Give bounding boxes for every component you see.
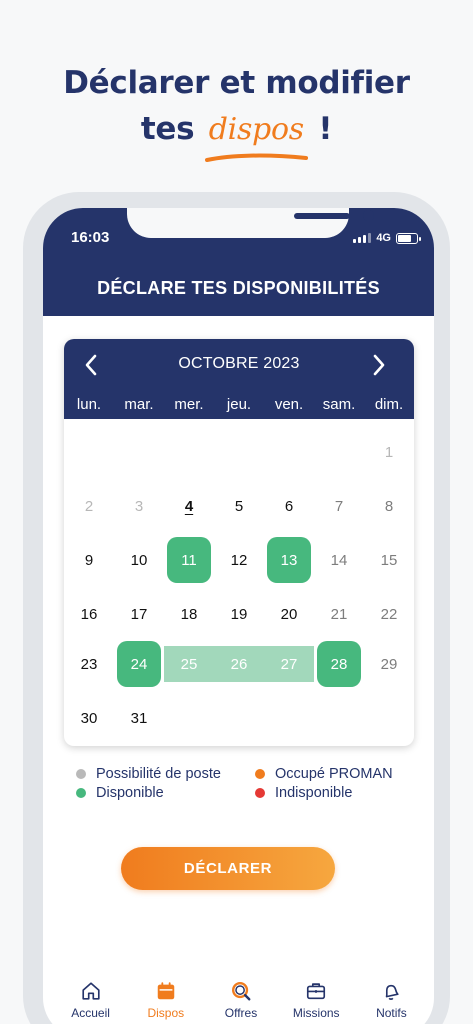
tab-notifs[interactable]: Notifs xyxy=(354,972,429,1024)
status-indicators: 4G xyxy=(353,232,421,244)
page-title: DÉCLARE TES DISPONIBILITÉS xyxy=(97,278,380,298)
day-15[interactable]: 15 xyxy=(367,537,411,583)
promo-script-text: dispos xyxy=(208,112,304,147)
day-4-today[interactable]: 4 xyxy=(167,483,211,529)
promo-line-1: Déclarer et modifier xyxy=(63,65,410,101)
day-29[interactable]: 29 xyxy=(367,641,411,687)
phone-notch xyxy=(127,208,374,238)
tab-offres[interactable]: Offres xyxy=(203,972,278,1024)
day-28-disponible[interactable]: 28 xyxy=(317,641,361,687)
battery-icon xyxy=(396,232,421,244)
declare-button[interactable]: DÉCLARER xyxy=(121,847,335,890)
home-icon xyxy=(81,982,100,1000)
legend-label: Occupé PROMAN xyxy=(275,766,393,782)
day-6[interactable]: 6 xyxy=(267,483,311,529)
calendar-month: OCTOBRE 2023 xyxy=(178,355,300,372)
calendar-legend: Possibilité de poste Occupé PROMAN Dispo… xyxy=(76,766,416,808)
network-type: 4G xyxy=(376,232,391,244)
signal-icon xyxy=(353,233,372,243)
legend-dot-red xyxy=(255,788,265,798)
speaker-grille xyxy=(294,213,350,219)
weekday-wed: mer. xyxy=(174,396,204,413)
tab-accueil[interactable]: Accueil xyxy=(53,972,128,1024)
weekday-sat: sam. xyxy=(322,396,356,413)
weekday-tue: mar. xyxy=(124,396,154,413)
day-20[interactable]: 20 xyxy=(267,591,311,637)
day-5[interactable]: 5 xyxy=(217,483,261,529)
calendar-header: OCTOBRE 2023 lun. mar. mer. jeu. ven. sa… xyxy=(64,339,414,419)
day-16[interactable]: 16 xyxy=(67,591,111,637)
tab-label: Offres xyxy=(224,1006,258,1020)
legend-item-disponible: Disponible xyxy=(76,785,164,801)
day-10[interactable]: 10 xyxy=(117,537,161,583)
weekday-labels: lun. mar. mer. jeu. ven. sam. dim. xyxy=(64,396,414,413)
brush-underline-icon xyxy=(204,153,308,162)
legend-label: Indisponible xyxy=(275,785,353,801)
legend-item-indisponible: Indisponible xyxy=(255,785,352,801)
status-time: 16:03 xyxy=(71,229,110,246)
weekday-thu: jeu. xyxy=(226,396,252,413)
bell-icon xyxy=(386,984,400,1000)
legend-label: Disponible xyxy=(96,785,164,801)
day-14[interactable]: 14 xyxy=(317,537,361,583)
promo-line-2-start: tes xyxy=(140,111,195,147)
day-7[interactable]: 7 xyxy=(317,483,361,529)
tab-label: Dispos xyxy=(147,1006,185,1020)
legend-item-possibilite: Possibilité de poste xyxy=(76,766,221,782)
day-22[interactable]: 22 xyxy=(367,591,411,637)
tab-label: Notifs xyxy=(376,1006,407,1020)
tab-label: Missions xyxy=(292,1006,340,1020)
phone-screen: 16:03 4G DÉCLARE TES DISPONIBILITÉS OCTO… xyxy=(43,208,434,1024)
day-12[interactable]: 12 xyxy=(217,537,261,583)
day-23[interactable]: 23 xyxy=(67,641,111,687)
day-27-range[interactable]: 27 xyxy=(264,646,314,682)
weekday-mon: lun. xyxy=(76,396,102,413)
legend-dot-green xyxy=(76,788,86,798)
day-19[interactable]: 19 xyxy=(217,591,261,637)
day-13-disponible[interactable]: 13 xyxy=(267,537,311,583)
day-30[interactable]: 30 xyxy=(67,695,111,741)
briefcase-icon xyxy=(307,983,326,1000)
legend-dot-orange xyxy=(255,769,265,779)
day-8[interactable]: 8 xyxy=(367,483,411,529)
search-icon xyxy=(232,982,251,1001)
promo-line-2: tes dispos ! xyxy=(0,106,473,162)
tab-dispos[interactable]: Dispos xyxy=(128,972,203,1024)
day-31[interactable]: 31 xyxy=(117,695,161,741)
legend-item-occupe: Occupé PROMAN xyxy=(255,766,393,782)
day-9[interactable]: 9 xyxy=(67,537,111,583)
tab-missions[interactable]: Missions xyxy=(279,972,354,1024)
day-17[interactable]: 17 xyxy=(117,591,161,637)
day-2[interactable]: 2 xyxy=(67,483,111,529)
bottom-tab-bar: Accueil Dispos Offres Missions Notifs xyxy=(43,972,434,1024)
calendar-card: OCTOBRE 2023 lun. mar. mer. jeu. ven. sa… xyxy=(64,339,414,746)
calendar-icon xyxy=(157,982,175,1000)
day-24-disponible[interactable]: 24 xyxy=(117,641,161,687)
weekday-sun: dim. xyxy=(374,396,404,413)
promo-headline: Déclarer et modifier tes dispos ! xyxy=(0,60,473,162)
weekday-fri: ven. xyxy=(274,396,304,413)
front-camera xyxy=(363,210,374,221)
legend-label: Possibilité de poste xyxy=(96,766,221,782)
day-11-disponible[interactable]: 11 xyxy=(167,537,211,583)
chevron-right-icon xyxy=(373,354,385,376)
day-21[interactable]: 21 xyxy=(317,591,361,637)
promo-script-word: dispos xyxy=(204,107,308,162)
day-1[interactable]: 1 xyxy=(367,429,411,475)
day-18[interactable]: 18 xyxy=(167,591,211,637)
tab-label: Accueil xyxy=(71,1006,110,1020)
app-header: 16:03 4G DÉCLARE TES DISPONIBILITÉS xyxy=(43,208,434,316)
day-3[interactable]: 3 xyxy=(117,483,161,529)
promo-line-2-end: ! xyxy=(318,111,333,147)
day-26-range[interactable]: 26 xyxy=(214,646,264,682)
legend-dot-grey xyxy=(76,769,86,779)
next-month-button[interactable] xyxy=(365,353,393,377)
day-25-range[interactable]: 25 xyxy=(164,646,214,682)
